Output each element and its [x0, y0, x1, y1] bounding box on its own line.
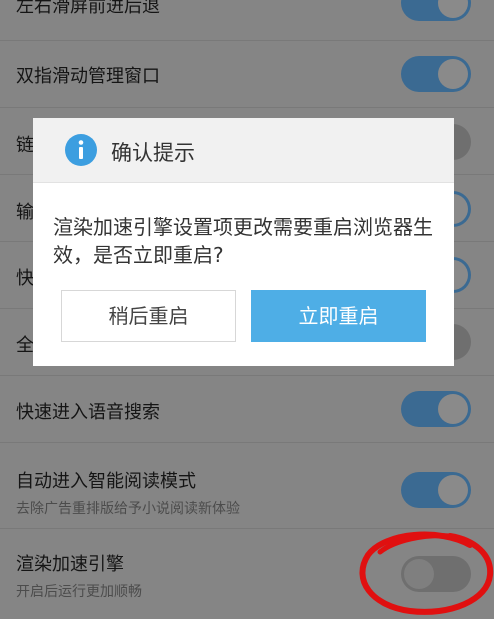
info-icon — [65, 134, 97, 166]
dialog-header: 确认提示 — [33, 118, 454, 183]
confirm-dialog: 确认提示 渲染加速引擎设置项更改需要重启浏览器生效，是否立即重启? 稍后重启 立… — [33, 118, 454, 366]
restart-later-button[interactable]: 稍后重启 — [61, 290, 236, 342]
dialog-message: 渲染加速引擎设置项更改需要重启浏览器生效，是否立即重启? — [53, 215, 433, 267]
dialog-title: 确认提示 — [111, 141, 195, 165]
restart-now-button[interactable]: 立即重启 — [251, 290, 426, 342]
